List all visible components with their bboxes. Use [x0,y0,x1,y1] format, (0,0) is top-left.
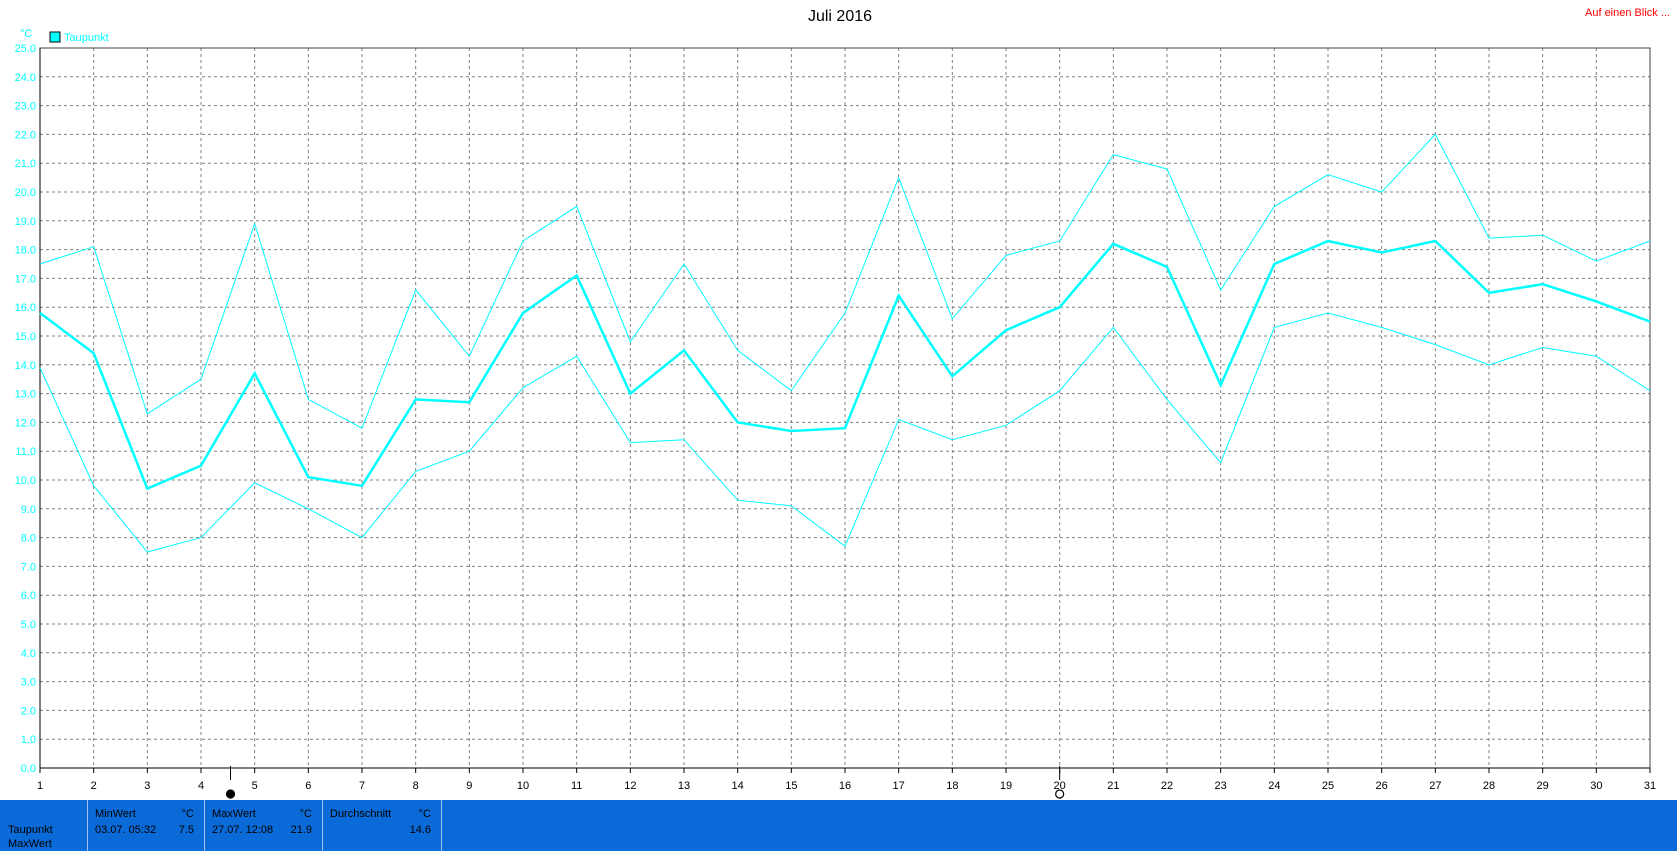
min-column: MinWert °C 03.07. 05:32 7.5 [87,800,204,851]
y-tick-label: 15.0 [15,331,36,343]
max-header: MaxWert [212,808,256,820]
avg-value: 14.6 [409,824,431,836]
auf-einen-blick-link[interactable]: Auf einen Blick ... [1585,7,1670,19]
y-tick-label: 0.0 [21,763,36,775]
x-tick-label: 24 [1268,780,1280,792]
y-tick-label: 23.0 [15,101,36,113]
y-tick-label: 9.0 [21,504,36,516]
legend-label: Taupunkt [64,32,109,44]
x-tick-label: 21 [1107,780,1119,792]
min-value: 7.5 [178,824,194,836]
axes: 0.01.02.03.04.05.06.07.08.09.010.011.012… [15,43,1657,792]
y-tick-label: 11.0 [15,446,36,458]
y-unit-label: °C [20,28,32,40]
x-tick-label: 13 [678,780,690,792]
y-tick-label: 13.0 [15,389,36,401]
y-tick-label: 12.0 [15,417,36,429]
x-tick-label: 31 [1644,780,1656,792]
x-tick-label: 27 [1429,780,1441,792]
y-tick-label: 3.0 [21,677,36,689]
x-tick-label: 28 [1483,780,1495,792]
x-tick-label: 9 [466,780,472,792]
y-tick-label: 19.0 [15,216,36,228]
max-column: MaxWert °C 27.07. 12:08 21.9 [204,800,322,851]
row-label-taupunkt: Taupunkt [8,824,53,836]
x-tick-label: 30 [1590,780,1602,792]
filled-circle-marker [225,789,236,799]
chart: Juli 2016 Auf einen Blick ... °C Taupunk… [15,7,1670,799]
x-tick-label: 17 [893,780,905,792]
y-tick-label: 24.0 [15,72,36,84]
legend-swatch [49,31,61,43]
markers [225,766,1065,799]
y-tick-label: 4.0 [21,648,36,660]
x-tick-label: 10 [517,780,529,792]
x-tick-label: 5 [252,780,258,792]
y-tick-label: 16.0 [15,302,36,314]
avg-header: Durchschnitt [330,808,392,820]
x-tick-label: 25 [1322,780,1334,792]
x-tick-label: 22 [1161,780,1173,792]
x-tick-label: 19 [1000,780,1012,792]
x-tick-label: 1 [37,780,43,792]
x-tick-label: 6 [305,780,311,792]
y-tick-label: 6.0 [21,590,36,602]
grid [40,47,1650,768]
y-tick-label: 14.0 [15,360,36,372]
x-tick-label: 23 [1215,780,1227,792]
x-tick-label: 2 [91,780,97,792]
x-tick-label: 7 [359,780,365,792]
min-time: 03.07. 05:32 [95,824,157,836]
row-label-maxwert: MaxWert [8,838,52,850]
x-tick-label: 29 [1537,780,1549,792]
max-time: 27.07. 12:08 [212,824,274,836]
x-tick-label: 12 [624,780,636,792]
y-tick-label: 2.0 [21,705,36,717]
y-tick-label: 17.0 [15,273,36,285]
y-tick-label: 8.0 [21,533,36,545]
x-tick-label: 11 [571,780,582,792]
x-tick-label: 16 [839,780,851,792]
x-tick-label: 4 [198,780,204,792]
x-tick-label: 3 [144,780,150,792]
x-tick-label: 26 [1376,780,1388,792]
y-tick-label: 20.0 [15,187,36,199]
x-tick-label: 14 [732,780,744,792]
min-unit: °C [181,808,194,820]
y-tick-label: 10.0 [15,475,36,487]
stats-footer: Taupunkt MaxWert MinWert °C 03.07. 05:32… [0,800,1677,851]
y-tick-label: 21.0 [15,158,36,170]
max-unit: °C [299,808,312,820]
y-tick-label: 25.0 [15,43,36,55]
x-tick-label: 8 [413,780,419,792]
x-tick-label: 18 [946,780,958,792]
y-tick-label: 22.0 [15,129,36,141]
min-header: MinWert [95,808,136,820]
y-tick-label: 7.0 [21,561,36,573]
open-circle-marker [1055,789,1065,799]
y-tick-label: 18.0 [15,245,36,257]
avg-column: Durchschnitt °C 14.6 [322,800,442,851]
avg-unit: °C [418,808,431,820]
y-tick-label: 1.0 [21,734,36,746]
chart-title: Juli 2016 [808,8,872,25]
max-value: 21.9 [290,824,312,836]
x-tick-label: 15 [785,780,797,792]
y-tick-label: 5.0 [21,619,36,631]
